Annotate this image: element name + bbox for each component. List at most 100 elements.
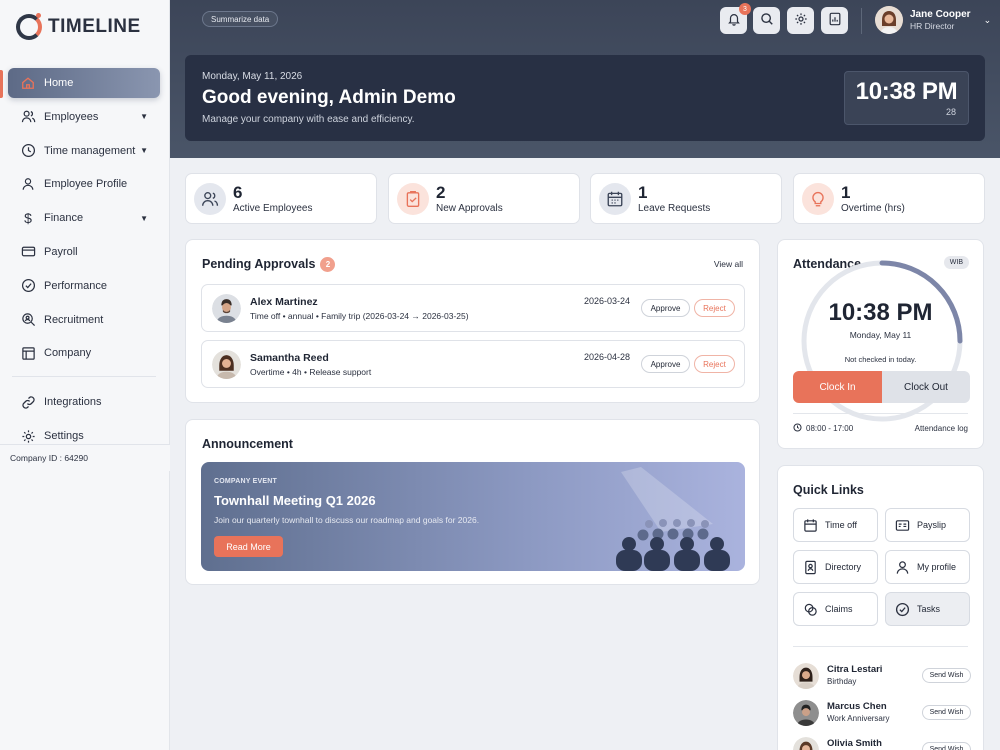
clock-in-button[interactable]: Clock In (793, 371, 882, 403)
sidebar-item-home[interactable]: Home (8, 68, 160, 98)
quick-link-directory[interactable]: Directory (793, 550, 878, 584)
app-logo[interactable]: TIMELINE (16, 13, 141, 40)
pending-approvals-card: Pending Approvals 2 View all Alex Martine… (185, 239, 760, 403)
gear-icon (794, 12, 808, 29)
divider (793, 413, 968, 414)
sidebar-item-employee-profile[interactable]: Employee Profile (8, 169, 160, 199)
link-icon (20, 394, 36, 410)
active-indicator (0, 70, 3, 98)
stat-value: 1 (638, 182, 648, 202)
sidebar-item-label: Performance (44, 279, 107, 292)
employee-name: Alex Martinez (250, 296, 318, 308)
quick-link-payslip[interactable]: Payslip (885, 508, 970, 542)
celebration-row: Marcus Chen Work Anniversary Send Wish (793, 700, 971, 728)
settings-button[interactable] (787, 7, 814, 34)
sidebar-item-label: Settings (44, 430, 84, 443)
quick-links-card: Quick Links Time off Payslip Directory M… (777, 465, 984, 750)
sidebar-item-label: Employees (44, 110, 99, 123)
reject-button[interactable]: Reject (694, 299, 735, 317)
sidebar-item-label: Finance (44, 212, 84, 225)
calendar-icon (599, 182, 631, 215)
stat-value: 6 (233, 182, 243, 202)
company-id: Company ID : 64290 (0, 444, 170, 471)
attendance-time: 10:38 PM (828, 299, 933, 326)
users-icon (194, 182, 226, 215)
clipboard-check-icon (397, 182, 429, 215)
sidebar-item-finance[interactable]: $ Finance ▼ (8, 203, 160, 233)
banner-headline: Townhall Meeting Q1 2026 (214, 493, 376, 508)
tasks-icon (894, 601, 910, 617)
celebration-type: Work Anniversary (827, 714, 890, 723)
send-wish-button[interactable]: Send Wish (922, 668, 971, 683)
quick-link-my-profile[interactable]: My profile (885, 550, 970, 584)
home-icon (20, 75, 36, 91)
stat-card-overtime[interactable]: 1 Overtime (hrs) (793, 173, 985, 224)
request-description: Overtime • 4h • Release support (250, 367, 372, 377)
sidebar-item-integrations[interactable]: Integrations (8, 387, 160, 417)
user-name: Jane Cooper (910, 9, 971, 20)
clock-icon (793, 423, 802, 434)
view-all-link[interactable]: View all (714, 259, 743, 269)
quick-links-title: Quick Links (793, 483, 864, 497)
send-wish-button[interactable]: Send Wish (922, 705, 971, 720)
search-icon (760, 12, 774, 29)
request-date: 2026-04-28 (584, 352, 631, 362)
employee-name: Samantha Reed (250, 352, 329, 364)
avatar (793, 663, 819, 689)
quick-link-label: Claims (825, 604, 853, 614)
clock-seconds: 28 (945, 107, 956, 117)
clock-out-button[interactable]: Clock Out (882, 371, 970, 403)
work-hours: 08:00 - 17:00 (793, 423, 853, 434)
lightbulb-icon (802, 182, 834, 215)
sidebar-nav: Home Employees ▼ Time management ▼ Emplo… (8, 68, 160, 455)
stat-card-new-approvals[interactable]: 2 New Approvals (388, 173, 580, 224)
stat-card-leave-requests[interactable]: 1 Leave Requests (590, 173, 782, 224)
app-name: TIMELINE (48, 16, 141, 37)
sidebar-item-company[interactable]: Company (8, 338, 160, 368)
avatar (875, 6, 903, 34)
sidebar-item-performance[interactable]: Performance (8, 271, 160, 301)
caret-down-icon: ▼ (140, 146, 148, 156)
stat-card-active-employees[interactable]: 6 Active Employees (185, 173, 377, 224)
approval-row: Samantha Reed Overtime • 4h • Release su… (201, 340, 745, 388)
announcement-card: Announcement COMPANY EVENT Townhall Meet… (185, 419, 760, 585)
quick-link-tasks[interactable]: Tasks (885, 592, 970, 626)
user-menu[interactable]: Jane Cooper HR Director ⌄ (875, 6, 991, 34)
sidebar-item-employees[interactable]: Employees ▼ (8, 102, 160, 132)
sidebar-item-label: Recruitment (44, 313, 104, 326)
banner-tag: COMPANY EVENT (214, 478, 278, 485)
welcome-date: Monday, May 11, 2026 (202, 71, 303, 82)
sidebar-item-recruitment[interactable]: Recruitment (8, 305, 160, 335)
reports-button[interactable] (821, 7, 848, 34)
users-icon (20, 109, 36, 125)
approve-button[interactable]: Approve (641, 299, 690, 317)
announcement-title: Announcement (202, 437, 293, 451)
approve-button[interactable]: Approve (641, 355, 690, 373)
reject-button[interactable]: Reject (694, 355, 735, 373)
user-icon (20, 176, 36, 192)
section-title: Pending Approvals (202, 257, 316, 271)
user-role: HR Director (910, 21, 955, 31)
nav-divider (12, 376, 156, 378)
logo-icon (16, 13, 42, 40)
stat-label: Leave Requests (638, 202, 711, 214)
search-user-icon (20, 312, 36, 328)
quick-link-claims[interactable]: Claims (793, 592, 878, 626)
audience-illustration (616, 467, 730, 571)
send-wish-button[interactable]: Send Wish (922, 742, 971, 750)
quick-link-time-off[interactable]: Time off (793, 508, 878, 542)
search-button[interactable] (753, 7, 780, 34)
card-icon (20, 244, 36, 260)
sidebar-item-payroll[interactable]: Payroll (8, 237, 160, 267)
notifications-button[interactable]: 3 (720, 3, 751, 34)
avatar (212, 350, 241, 379)
sidebar-item-time-management[interactable]: Time management ▼ (8, 136, 160, 166)
digital-clock: 10:38 PM 28 (844, 71, 969, 125)
summarize-data-button[interactable]: Summarize data (202, 11, 279, 27)
stat-value: 2 (436, 182, 446, 202)
read-more-button[interactable]: Read More (214, 536, 283, 557)
attendance-log-link[interactable]: Attendance log (915, 424, 968, 433)
sidebar-item-label: Home (44, 77, 74, 89)
quick-link-label: Payslip (917, 520, 947, 530)
header-divider (861, 8, 862, 34)
